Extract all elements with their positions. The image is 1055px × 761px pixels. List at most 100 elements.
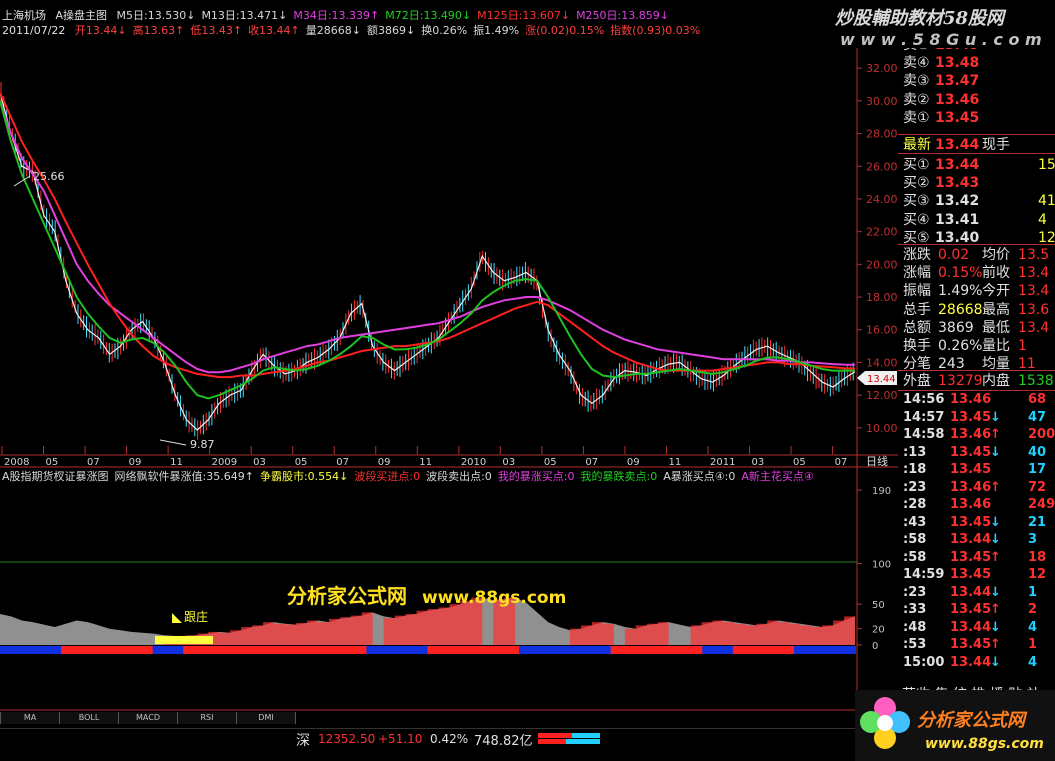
- latest-label: 最新: [903, 137, 931, 153]
- stat-value: 3869: [938, 319, 974, 336]
- tick-row: 15:00 13.44 ↓ 4: [898, 654, 1055, 672]
- tick-row: :53 13.45 ↑ 1: [898, 636, 1055, 654]
- rise-area: [756, 623, 768, 645]
- panel-divider: [898, 244, 1055, 245]
- stat-label: 最高: [982, 301, 1010, 318]
- tick-row: 14:59 13.45 12: [898, 566, 1055, 584]
- rise-area: [712, 620, 724, 645]
- tab-dmi[interactable]: DMI: [236, 712, 296, 724]
- x-tick-label: 07: [87, 457, 100, 468]
- x-tick-label: 2011: [710, 457, 735, 468]
- panel-divider: [898, 370, 1055, 371]
- gauge-segment: [566, 739, 600, 744]
- trend-strip-segment: [610, 645, 643, 654]
- trend-strip-segment: [763, 645, 795, 654]
- stat-label: 涨幅: [903, 265, 931, 282]
- sell-label: 卖③: [903, 73, 930, 90]
- tab-boll[interactable]: BOLL: [59, 712, 119, 724]
- rise-area: [416, 610, 428, 645]
- rise-area: [361, 612, 373, 645]
- current-volume-label: 现手: [982, 137, 1010, 153]
- x-tick-label: 11: [419, 457, 432, 468]
- tick-row: :28 13.46 249: [898, 496, 1055, 514]
- stat-value: 0.26%: [938, 338, 983, 354]
- buy-price: 13.43: [935, 175, 980, 192]
- stat-label: 振幅: [903, 283, 931, 300]
- tick-price: 13.45: [950, 444, 992, 460]
- tick-direction-icon: ↑: [990, 479, 1001, 495]
- trend-strip-segment: [152, 645, 185, 654]
- sub-y-tick-label: 100: [872, 559, 891, 570]
- annotation-leader: [159, 439, 187, 446]
- panel-divider: [898, 153, 1055, 154]
- tick-price: 13.45: [950, 637, 992, 652]
- tick-time: 14:56: [903, 392, 945, 407]
- sub-y-tick-label: 0: [872, 641, 878, 652]
- tick-price: 13.46: [950, 497, 992, 512]
- tick-price: 13.44: [950, 532, 992, 547]
- rise-area: [822, 625, 834, 645]
- rise-area: [690, 625, 702, 645]
- indicator-tabs: MA BOLL MACD RSI DMI: [0, 712, 300, 725]
- x-tick-label: 2008: [4, 457, 29, 468]
- x-tick-label: 03: [253, 457, 266, 468]
- rise-area: [811, 627, 823, 645]
- gauge-segment: [572, 733, 600, 738]
- legend-item: 我的暴跌卖点:0: [580, 470, 658, 483]
- tick-volume: 249: [1028, 497, 1055, 512]
- period-label[interactable]: 日线: [866, 454, 888, 468]
- tick-time: :43: [903, 514, 927, 530]
- tab-ma[interactable]: MA: [0, 712, 60, 724]
- price-tag: 13.44: [857, 371, 897, 385]
- buy-volume: 41: [1038, 193, 1055, 210]
- y-tick-label: 12.00: [866, 389, 898, 402]
- tick-row: :43 13.45 ↓ 21: [898, 514, 1055, 532]
- tab-macd[interactable]: MACD: [118, 712, 178, 724]
- stat-label: 总额: [903, 319, 931, 336]
- tick-price: 13.46: [950, 392, 992, 407]
- rise-area: [789, 623, 801, 645]
- tick-volume: 4: [1028, 654, 1038, 670]
- x-tick-label: 05: [544, 457, 557, 468]
- ma-lines: [0, 92, 856, 431]
- ma-line: [0, 92, 856, 431]
- rise-area: [427, 609, 439, 645]
- stat-value: 28668: [938, 301, 983, 318]
- y-tick-label: 32.00: [866, 62, 898, 75]
- x-tick-label: 09: [627, 457, 640, 468]
- tick-time: :58: [903, 549, 927, 565]
- y-tick-label: 26.00: [866, 160, 898, 173]
- tick-price: 13.45: [950, 462, 992, 477]
- buy-price: 13.41: [935, 211, 980, 228]
- gauge-segment: [538, 739, 566, 744]
- y-tick-label: 22.00: [866, 226, 898, 239]
- legend-item: 网络飘软件暴涨值:35.649↑: [114, 470, 254, 483]
- stat-value: 13.4: [1018, 283, 1050, 300]
- y-tick-label: 18.00: [866, 291, 898, 304]
- tick-direction-icon: ↑: [990, 549, 1001, 565]
- tick-volume: 2: [1028, 602, 1038, 617]
- x-tick-label: 05: [295, 457, 308, 468]
- logo-banner: 分析家公式网 www.88gs.com: [855, 690, 1055, 761]
- rise-area: [624, 628, 636, 645]
- stat-value: 13.5: [1018, 247, 1050, 263]
- trend-strip-segment: [580, 645, 612, 654]
- rise-area: [734, 623, 746, 645]
- tick-row: :13 13.45 ↓ 40: [898, 444, 1055, 462]
- inner-label: 内盘: [982, 373, 1010, 389]
- tick-time: 14:58: [903, 427, 945, 442]
- rise-area: [833, 620, 845, 645]
- buy-price: 13.44: [935, 157, 980, 173]
- rise-area: [295, 622, 307, 645]
- x-tick-label: 2010: [461, 457, 486, 468]
- rise-area: [767, 620, 779, 645]
- price-x-axis: 2008 05 07 09 11 2009 03 05 07 09 11 2010 03 05 07 09 11…: [1, 446, 847, 468]
- tick-time: 15:00: [903, 654, 945, 670]
- outer-value: 13279: [938, 373, 983, 389]
- trend-strip-segment: [702, 645, 734, 654]
- sub-y-tick-label: 20: [872, 625, 885, 636]
- legend-item: A新主花买点④: [741, 470, 814, 483]
- trend-strip-segment: [305, 645, 337, 654]
- sub-y-tick-label: 50: [872, 600, 885, 611]
- tab-rsi[interactable]: RSI: [177, 712, 237, 724]
